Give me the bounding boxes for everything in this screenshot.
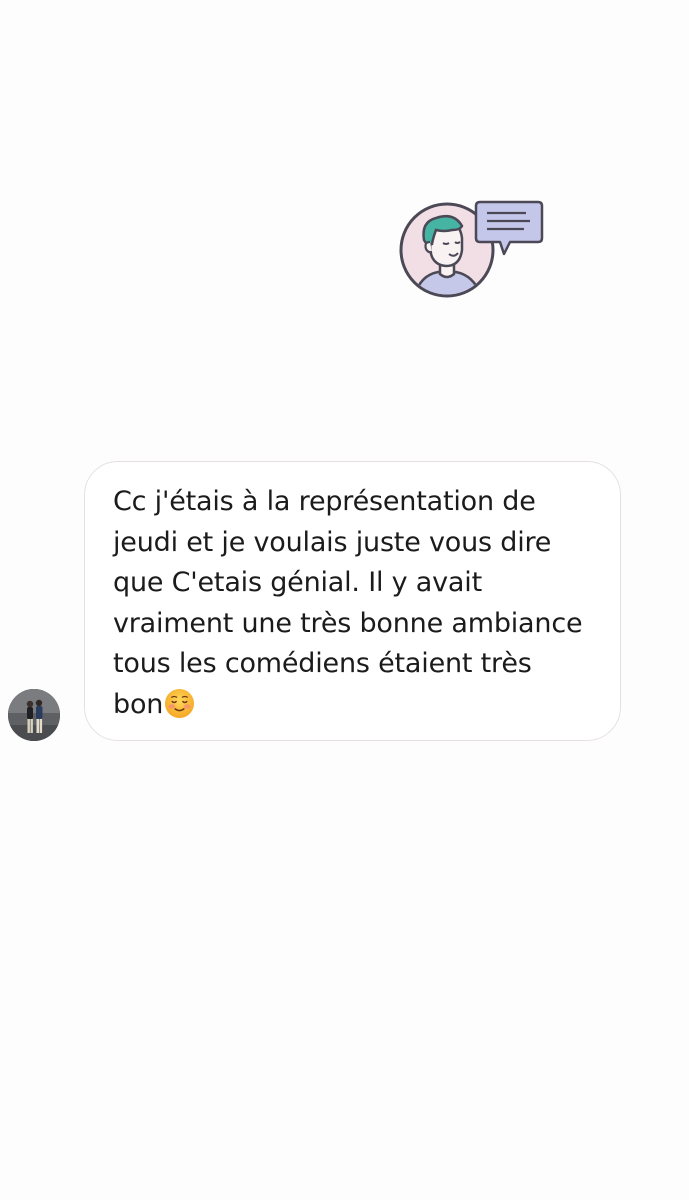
avatar-photo: [8, 689, 60, 741]
message-line: Cc j'étais à la représentation de: [113, 486, 536, 517]
message-text: Cc j'étais à la représentation de jeudi …: [113, 482, 592, 725]
message-line: vraiment une très bonne ambiance: [113, 607, 583, 639]
smiling-face-icon: [165, 688, 195, 718]
sender-avatar[interactable]: [8, 689, 60, 741]
message-line: jeudi et je voulais juste vous dire: [113, 526, 552, 558]
message-row: Cc j'étais à la représentation de jeudi …: [0, 0, 689, 1200]
message-line: bon: [113, 688, 164, 720]
message-line: tous les comédiens étaient très: [113, 648, 532, 679]
message-line: que C'etais génial. Il y avait: [113, 567, 482, 598]
message-bubble[interactable]: Cc j'étais à la représentation de jeudi …: [84, 461, 621, 741]
